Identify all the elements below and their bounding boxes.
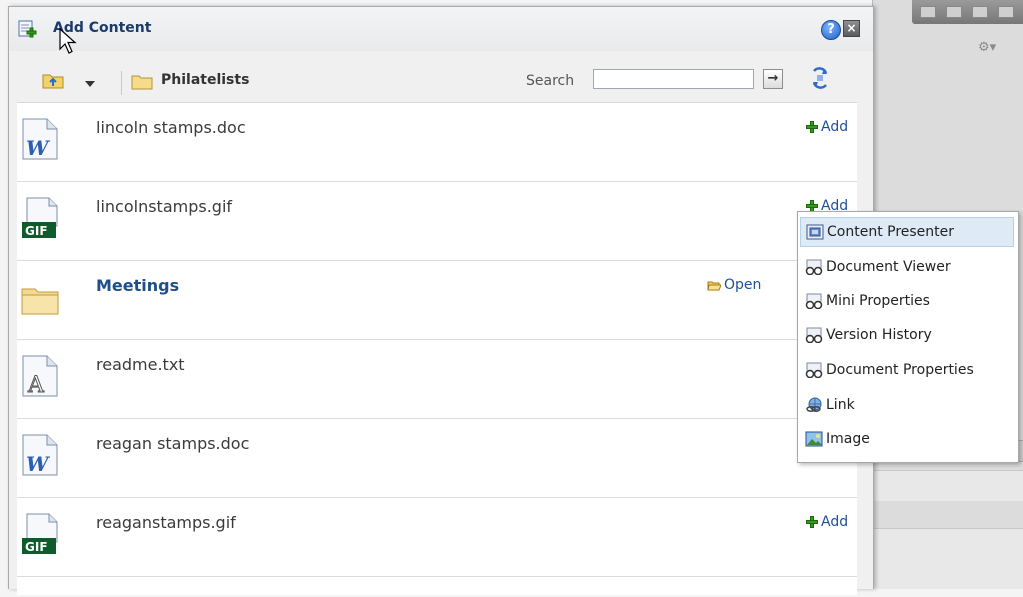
menu-item-label: Version History <box>826 327 932 343</box>
menu-item-image[interactable]: Image <box>800 424 1014 454</box>
svg-text:W: W <box>26 452 51 476</box>
background-band <box>872 528 1023 589</box>
add-menu: Content Presenter Document Viewer Mini P… <box>797 211 1019 463</box>
svg-text:W: W <box>26 136 51 160</box>
refresh-icon[interactable] <box>809 67 831 89</box>
word-document-icon: W <box>22 434 58 476</box>
dialog-title-bar[interactable]: Add Content ? × <box>9 7 873 51</box>
menu-item-label: Image <box>826 431 870 447</box>
list-item[interactable]: GIF lincolnstamps.gif Add <box>17 182 857 261</box>
search-label: Search <box>526 73 575 89</box>
menu-item-version-history[interactable]: Version History <box>800 320 1014 350</box>
gif-image-icon: GIF <box>22 513 58 554</box>
background-band <box>872 470 1023 501</box>
link-icon <box>806 397 822 412</box>
glasses-icon <box>805 259 823 275</box>
menu-item-document-viewer[interactable]: Document Viewer <box>800 252 1014 282</box>
svg-text:GIF: GIF <box>25 540 48 554</box>
folder-icon <box>131 75 153 90</box>
list-item[interactable]: GIF reaganstamps.gif Add <box>17 498 857 577</box>
list-item[interactable]: W reagan stamps.doc <box>17 419 857 498</box>
folder-icon <box>21 288 59 315</box>
word-document-icon: W <box>22 118 58 160</box>
list-item[interactable]: A readme.txt <box>17 340 857 419</box>
toolbar-divider <box>121 71 122 95</box>
content-presenter-icon <box>806 224 824 240</box>
content-toolbar: Philatelists Search → <box>9 55 873 101</box>
close-icon[interactable]: × <box>843 20 860 37</box>
svg-text:A: A <box>27 373 45 398</box>
menu-item-document-properties[interactable]: Document Properties <box>800 355 1014 385</box>
menu-item-label: Content Presenter <box>827 224 955 240</box>
background-gear-icon: ⚙▾ <box>978 40 997 55</box>
gif-image-icon: GIF <box>22 197 58 238</box>
list-item[interactable]: W lincoln stamps.doc Add <box>17 103 857 182</box>
list-item[interactable]: Meetings Open <box>17 261 857 340</box>
svg-text:GIF: GIF <box>25 224 48 238</box>
breadcrumb[interactable]: Philatelists <box>161 72 249 88</box>
chevron-down-icon[interactable] <box>85 81 95 87</box>
glasses-icon <box>805 327 823 343</box>
mouse-cursor-icon <box>59 28 77 54</box>
add-label: Add <box>821 119 849 135</box>
folder-name[interactable]: Meetings <box>96 276 179 295</box>
image-icon <box>805 431 823 447</box>
menu-item-label: Mini Properties <box>826 293 930 309</box>
menu-item-content-presenter[interactable]: Content Presenter <box>800 217 1014 247</box>
open-folder-icon <box>707 281 721 290</box>
add-content-dialog: Add Content ? × Philatelists Search → W … <box>8 6 874 595</box>
menu-item-label: Document Properties <box>826 362 974 378</box>
add-content-icon <box>18 20 37 38</box>
file-name[interactable]: lincolnstamps.gif <box>96 197 232 216</box>
glasses-icon <box>805 362 823 378</box>
menu-item-label: Document Viewer <box>826 259 951 275</box>
up-folder-icon[interactable] <box>42 71 64 89</box>
menu-item-link[interactable]: Link <box>800 390 1014 420</box>
content-list: W lincoln stamps.doc Add GIF lincolnstam… <box>17 102 857 595</box>
search-input[interactable] <box>593 69 754 89</box>
menu-item-mini-properties[interactable]: Mini Properties <box>800 286 1014 316</box>
file-name[interactable]: readme.txt <box>96 355 185 374</box>
menu-item-label: Link <box>826 397 855 413</box>
background-toolbar <box>912 0 1023 24</box>
file-name[interactable]: lincoln stamps.doc <box>96 118 246 137</box>
plus-icon <box>806 516 818 528</box>
file-name[interactable]: reagan stamps.doc <box>96 434 249 453</box>
add-button[interactable]: Add <box>806 119 848 135</box>
text-file-icon: A <box>22 355 58 398</box>
add-button[interactable]: Add <box>806 514 848 530</box>
file-name[interactable]: reaganstamps.gif <box>96 513 236 532</box>
glasses-icon <box>805 293 823 309</box>
plus-icon <box>806 121 818 133</box>
search-go-button[interactable]: → <box>763 69 783 89</box>
open-label: Open <box>724 277 762 293</box>
question-icon[interactable]: ? <box>821 20 841 40</box>
list-item[interactable] <box>17 577 857 597</box>
open-button[interactable]: Open <box>707 277 761 293</box>
add-label: Add <box>821 514 849 530</box>
